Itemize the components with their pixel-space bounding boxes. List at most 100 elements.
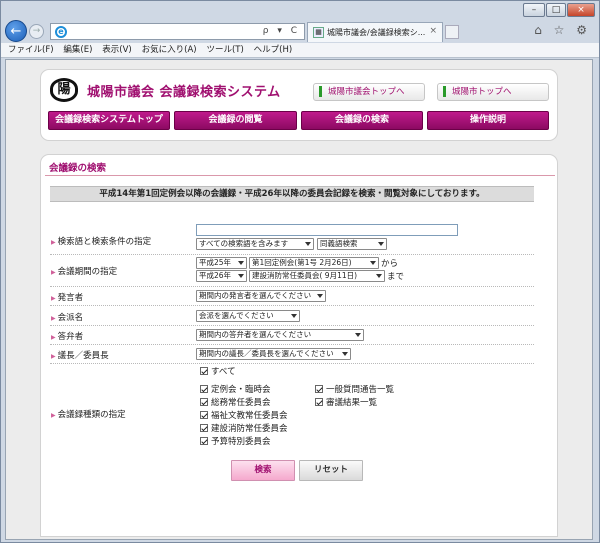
type-budget-checkbox[interactable]: 予算特別委員会 — [200, 437, 271, 448]
close-button[interactable]: × — [567, 3, 595, 17]
row-divider — [50, 344, 534, 345]
menu-bar: ファイル(F) 編集(E) 表示(V) お気に入り(A) ツール(T) ヘルプ(… — [1, 43, 599, 58]
type-all-checkbox[interactable]: すべて — [200, 367, 236, 378]
link-bar-icon — [443, 86, 446, 97]
search-panel: 会議録の検索 平成14年第1回定例会以降の会議録・平成26年以降の委員会記録を検… — [40, 154, 558, 537]
party-label: ▶ 会派名 — [51, 311, 83, 323]
type-general-questions-checkbox[interactable]: 一般質問通告一覧 — [315, 385, 394, 396]
row-divider — [50, 286, 534, 287]
to-meeting-value: 建設消防常任委員会( 9月11日) — [252, 271, 358, 280]
minimize-button[interactable]: – — [523, 3, 545, 17]
chair-label: ▶ 議長／委員長 — [51, 349, 109, 361]
forward-arrow-icon[interactable]: → — [29, 24, 44, 39]
nav-system-top[interactable]: 会議録検索システムトップ — [48, 111, 170, 130]
type-construction-checkbox[interactable]: 建設消防常任委員会 — [200, 424, 288, 435]
checkmark-icon — [200, 424, 208, 432]
type-results-label: 審議結果一覧 — [326, 398, 378, 408]
page-favicon-icon: ▦ — [313, 27, 324, 38]
speaker-label-text: 発言者 — [57, 293, 84, 303]
back-arrow-icon[interactable]: ← — [5, 20, 27, 42]
council-top-link[interactable]: 城陽市議会トップへ — [313, 83, 425, 101]
row-divider — [50, 363, 534, 364]
browser-window: – □ × ← → e ρ ▾ C ▦ 城陽市議会/会議録検索シ... × ⌂ … — [0, 0, 600, 543]
reset-button[interactable]: リセット — [299, 460, 363, 481]
types-label-text: 会議録種類の指定 — [57, 410, 126, 420]
city-top-link-label: 城陽市トップへ — [452, 87, 512, 97]
keyword-input[interactable] — [196, 224, 458, 236]
menu-file[interactable]: ファイル(F) — [8, 43, 54, 58]
nav-search[interactable]: 会議録の検索 — [301, 111, 423, 130]
link-bar-icon — [319, 86, 322, 97]
menu-tools[interactable]: ツール(T) — [206, 43, 243, 58]
council-top-link-label: 城陽市議会トップへ — [328, 87, 405, 97]
menu-edit[interactable]: 編集(E) — [63, 43, 92, 58]
from-meeting-select[interactable]: 第1回定例会(第1号 2月26日) — [249, 257, 379, 269]
checkmark-icon — [315, 385, 323, 393]
party-label-text: 会派名 — [57, 313, 84, 323]
menu-help[interactable]: ヘルプ(H) — [254, 43, 293, 58]
scope-notice: 平成14年第1回定例会以降の会議録・平成26年以降の委員会記録を検索・閲覧対象に… — [50, 186, 534, 202]
type-budget-label: 予算特別委員会 — [211, 437, 271, 447]
city-top-link[interactable]: 城陽市トップへ — [437, 83, 549, 101]
synonym-select[interactable]: 同義語検索 — [317, 238, 387, 250]
type-all-label: すべて — [211, 367, 236, 377]
keyword-condition-value: すべての検索語を含みます — [199, 239, 289, 248]
new-tab-button[interactable] — [445, 25, 459, 39]
chair-value: 期間内の議長／委員長を選んでください — [199, 349, 334, 358]
checkmark-icon — [200, 367, 208, 375]
chair-select[interactable]: 期間内の議長／委員長を選んでください — [196, 348, 351, 360]
type-general-affairs-label: 総務常任委員会 — [211, 398, 271, 408]
tab-close-icon[interactable]: × — [429, 26, 437, 36]
to-suffix: まで — [387, 272, 405, 282]
bullet-triangle-icon: ▶ — [51, 315, 56, 322]
bullet-triangle-icon: ▶ — [51, 239, 56, 246]
to-meeting-select[interactable]: 建設消防常任委員会( 9月11日) — [249, 270, 385, 282]
from-year-value: 平成25年 — [199, 258, 232, 267]
answerer-label-text: 答弁者 — [57, 332, 84, 342]
type-welfare-checkbox[interactable]: 福祉文教常任委員会 — [200, 411, 288, 422]
to-year-select[interactable]: 平成26年 — [196, 270, 247, 282]
party-select[interactable]: 会派を選んでください — [196, 310, 300, 322]
bullet-triangle-icon: ▶ — [51, 353, 56, 360]
from-suffix: から — [381, 259, 399, 269]
search-button[interactable]: 検索 — [231, 460, 295, 481]
browser-tab[interactable]: ▦ 城陽市議会/会議録検索シ... × — [307, 22, 443, 42]
panel-title: 会議録の検索 — [49, 163, 107, 174]
type-general-affairs-checkbox[interactable]: 総務常任委員会 — [200, 398, 271, 409]
checkmark-icon — [200, 437, 208, 445]
keyword-label: ▶ 検索語と検索条件の指定 — [51, 235, 151, 247]
answerer-label: ▶ 答弁者 — [51, 330, 83, 342]
maximize-button[interactable]: □ — [546, 3, 566, 17]
synonym-value: 同義語検索 — [320, 239, 358, 248]
tab-title: 城陽市議会/会議録検索シ... — [327, 28, 426, 37]
keyword-label-text: 検索語と検索条件の指定 — [57, 237, 152, 247]
type-welfare-label: 福祉文教常任委員会 — [211, 411, 288, 421]
site-title: 城陽市議会 会議録検索システム — [87, 85, 281, 100]
answerer-select[interactable]: 期間内の答弁者を選んでください — [196, 329, 364, 341]
bullet-triangle-icon: ▶ — [51, 334, 56, 341]
speaker-label: ▶ 発言者 — [51, 291, 83, 303]
bullet-triangle-icon: ▶ — [51, 295, 56, 302]
nav-browse[interactable]: 会議録の閲覧 — [174, 111, 297, 130]
from-meeting-value: 第1回定例会(第1号 2月26日) — [252, 258, 352, 267]
navigation-row: ← → e ρ ▾ C ▦ 城陽市議会/会議録検索シ... × ⌂ ☆ ⚙ — [1, 19, 599, 43]
period-label: ▶ 会議期間の指定 — [51, 265, 117, 277]
keyword-condition-select[interactable]: すべての検索語を含みます — [196, 238, 314, 250]
type-general-questions-label: 一般質問通告一覧 — [326, 385, 395, 395]
title-bar: – □ × — [1, 1, 599, 19]
type-plenary-checkbox[interactable]: 定例会・臨時会 — [200, 385, 271, 396]
menu-view[interactable]: 表示(V) — [102, 43, 131, 58]
address-bar[interactable]: e ρ ▾ C — [50, 23, 305, 40]
home-star-gear-icons[interactable]: ⌂ ☆ ⚙ — [534, 23, 591, 37]
types-label: ▶ 会議録種類の指定 — [51, 408, 126, 420]
nav-help[interactable]: 操作説明 — [427, 111, 549, 130]
from-year-select[interactable]: 平成25年 — [196, 257, 247, 269]
checkmark-icon — [200, 385, 208, 393]
ie-logo-icon: e — [55, 26, 67, 38]
speaker-select[interactable]: 期間内の発言者を選んでください — [196, 290, 326, 302]
menu-favorites[interactable]: お気に入り(A) — [142, 43, 197, 58]
answerer-value: 期間内の答弁者を選んでください — [199, 330, 312, 339]
type-results-checkbox[interactable]: 審議結果一覧 — [315, 398, 377, 409]
address-tools-icon[interactable]: ρ ▾ C — [263, 26, 300, 36]
checkmark-icon — [200, 398, 208, 406]
